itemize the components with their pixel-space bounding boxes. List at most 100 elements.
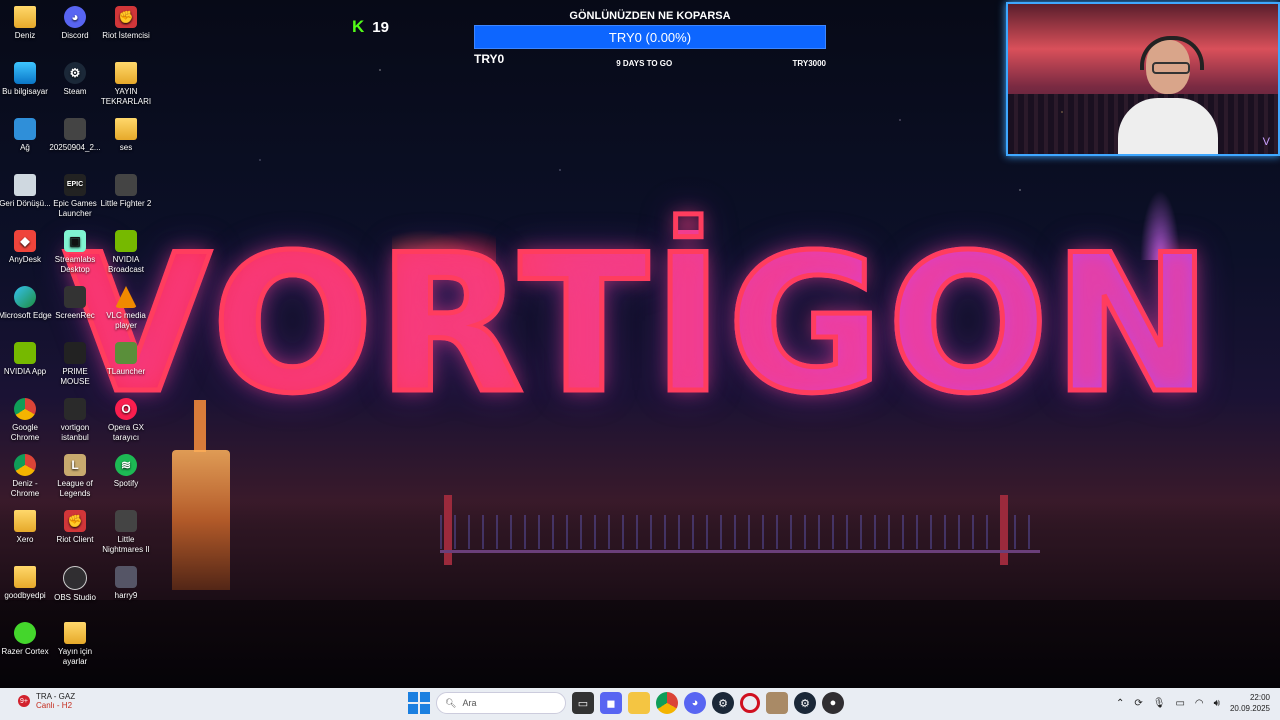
nvidia-broadcast-icon (115, 230, 137, 252)
game-taskbar-icon[interactable] (766, 692, 788, 714)
razer-icon (14, 622, 36, 644)
maiden-tower (172, 450, 230, 590)
record-icon[interactable] (740, 693, 760, 713)
wallpaper-logo: VORTİGON (62, 205, 1215, 445)
logo-text: VORTİGON (62, 214, 1216, 435)
microphone-icon[interactable]: 🎙︎ (1153, 698, 1166, 709)
news-subtitle: Canlı - H2 (36, 701, 73, 710)
file-explorer-icon[interactable] (628, 692, 650, 714)
news-title: TRA - GAZ (36, 692, 76, 701)
desktop-icon-spotify[interactable]: ≋ Spotify (99, 452, 153, 489)
desktop-icon-goodbyedpi[interactable]: goodbyedpi (0, 564, 52, 601)
streamer-figure (1108, 34, 1228, 154)
desktop-icon-prime-mouse[interactable]: PRIME MOUSE (48, 340, 102, 387)
folder-icon (14, 510, 36, 532)
chrome-icon (14, 398, 36, 420)
task-view-button[interactable]: ▭ (572, 692, 594, 714)
desktop-icon-epic-games[interactable]: EPIC Epic Games Launcher (48, 172, 102, 219)
taskbar-clock[interactable]: 22:00 20.09.2025 (1230, 692, 1270, 714)
kick-icon: K (352, 17, 365, 36)
windows-start-button[interactable] (408, 692, 430, 714)
little-fighter-icon (115, 174, 137, 196)
goal-target-amount: TRY3000 (792, 58, 827, 68)
desktop-icon-nvidia-app[interactable]: NVIDIA App (0, 340, 52, 377)
desktop-icon-steam[interactable]: ⚙ Steam (48, 60, 102, 97)
spotify-icon: ≋ (115, 454, 137, 476)
folder-icon (14, 566, 36, 588)
steam-client-taskbar-icon[interactable]: ⚙ (794, 692, 816, 714)
desktop-icon-yayin-icin-ayarlar[interactable]: Yayın için ayarlar (48, 620, 102, 667)
desktop-icon-deniz[interactable]: Deniz (0, 4, 52, 41)
goal-progress-bar: TRY0 (0.00%) (474, 25, 826, 49)
desktop-icon-edge[interactable]: Microsoft Edge (0, 284, 52, 321)
taskbar-app-icon[interactable]: ◼ (600, 692, 622, 714)
notification-badge: 9+ (18, 695, 30, 707)
discord-taskbar-icon[interactable]: ◕ (684, 692, 706, 714)
desktop-icon-nvidia-broadcast[interactable]: NVIDIA Broadcast (99, 228, 153, 275)
steam-icon: ⚙ (64, 62, 86, 84)
desktop-icon-vlc[interactable]: VLC media player (99, 284, 153, 331)
vlc-icon (115, 286, 137, 308)
donation-goal-widget: GÖNLÜNÜZDEN NE KOPARSA TRY0 (0.00%) TRY0… (474, 10, 826, 74)
search-placeholder: Ara (462, 698, 477, 708)
goal-start-amount: TRY0 (474, 52, 505, 66)
file-icon (64, 118, 86, 140)
desktop-icon-ses[interactable]: ses (99, 116, 153, 153)
image-file-icon (115, 566, 137, 588)
desktop-icon-this-pc[interactable]: Bu bilgisayar (0, 60, 52, 97)
goal-title: GÖNLÜNÜZDEN NE KOPARSA (569, 10, 731, 22)
webcam-watermark: V (1262, 136, 1270, 148)
anydesk-icon: ◆ (14, 230, 36, 252)
clock-date: 20.09.2025 (1229, 704, 1270, 713)
desktop-icon-riot-client[interactable]: ✊ Riot Client (48, 508, 102, 545)
edge-icon (14, 286, 36, 308)
computer-icon (14, 62, 36, 84)
desktop-icon-chrome[interactable]: Google Chrome (0, 396, 52, 443)
desktop-icon-obs[interactable]: OBS Studio (48, 564, 102, 603)
desktop-icon-tlauncher[interactable]: TLauncher (99, 340, 153, 377)
desktop-icon-anydesk[interactable]: ◆ AnyDesk (0, 228, 52, 265)
desktop-icon-vortigon-istanbul[interactable]: vortigon istanbul (48, 396, 102, 443)
desktop-icon-discord[interactable]: ◕ Discord (48, 4, 102, 41)
desktop-icon-network[interactable]: Ağ (0, 116, 52, 153)
kick-follower-counter: K 19 (352, 17, 389, 37)
league-icon: L (64, 454, 86, 476)
desktop-icon-riot[interactable]: ✊ Riot İstemcisi (99, 4, 153, 41)
volume-icon[interactable]: 🔊︎ (1214, 698, 1220, 709)
desktop-icon-opera-gx[interactable]: O Opera GX tarayıcı (99, 396, 153, 443)
taskbar-apps: 🔍︎ Ara ▭ ◼ ◕ ⚙ ⚙ ● (408, 692, 844, 714)
desktop-icon-little-fighter[interactable]: Little Fighter 2 (99, 172, 153, 209)
desktop-icon-harry9[interactable]: harry9 (99, 564, 153, 601)
chevron-up-icon[interactable]: ⌃ (1116, 698, 1124, 709)
wifi-icon[interactable]: ◠ (1195, 698, 1204, 709)
desktop-icon-razer-cortex[interactable]: Razer Cortex (0, 620, 52, 657)
desktop-icon-video-file[interactable]: 20250904_2... (48, 116, 102, 153)
taskbar-news-widget[interactable]: 9+ TRA - GAZ Canlı - H2 (18, 692, 75, 710)
desktop-icon-deniz-chrome[interactable]: Deniz - Chrome (0, 452, 52, 499)
goal-bar-text: TRY0 (0.00%) (608, 29, 692, 45)
taskbar-search[interactable]: 🔍︎ Ara (436, 692, 566, 714)
desktop-icon-yayin-tekrarlari[interactable]: YAYIN TEKRARLARI (99, 60, 153, 107)
sync-icon[interactable]: ⟳ (1134, 698, 1142, 709)
riot-icon: ✊ (115, 6, 137, 28)
wallpaper-water (0, 600, 1280, 688)
desktop-icon-little-nightmares[interactable]: Little Nightmares II (99, 508, 153, 555)
taskbar: 9+ TRA - GAZ Canlı - H2 🔍︎ Ara ▭ ◼ ◕ ⚙ ⚙… (0, 688, 1280, 720)
steam-taskbar-icon[interactable]: ⚙ (712, 692, 734, 714)
folder-icon (14, 6, 36, 28)
desktop-icon-recycle-bin[interactable]: Geri Dönüşü... (0, 172, 52, 209)
display-icon[interactable]: ▭ (1175, 698, 1184, 709)
desktop-icon-streamlabs[interactable]: ▣ Streamlabs Desktop (48, 228, 102, 275)
search-icon: 🔍︎ (445, 697, 457, 708)
network-icon (14, 118, 36, 140)
folder-icon (64, 622, 86, 644)
folder-icon (115, 62, 137, 84)
desktop-icon-league[interactable]: L League of Legends (48, 452, 102, 499)
epic-games-icon: EPIC (64, 174, 86, 196)
chrome-taskbar-icon[interactable] (656, 692, 678, 714)
chrome-icon (14, 454, 36, 476)
desktop-icon-xero[interactable]: Xero (0, 508, 52, 545)
desktop-icon-screenrec[interactable]: ScreenRec (48, 284, 102, 321)
tlauncher-icon (115, 342, 137, 364)
obs-taskbar-icon[interactable]: ● (822, 692, 844, 714)
